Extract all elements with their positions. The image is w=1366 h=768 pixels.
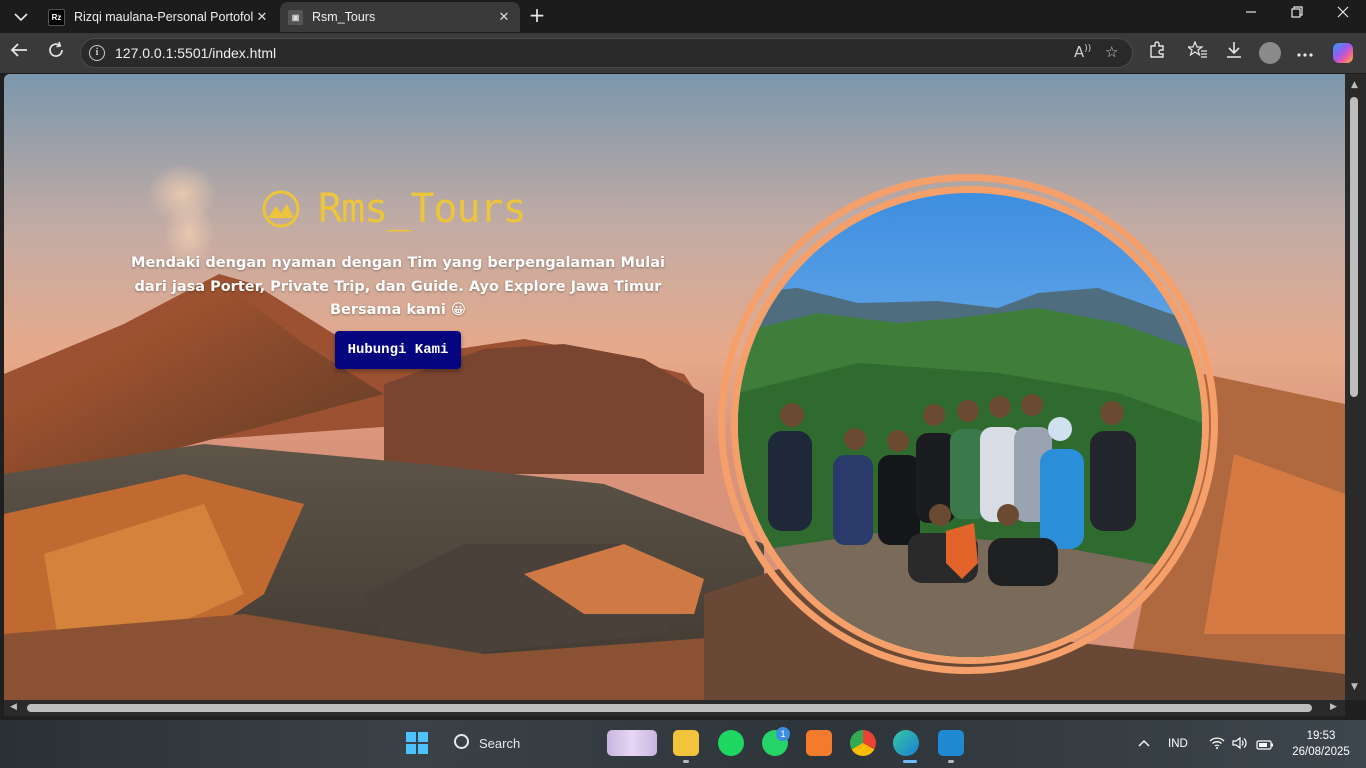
clock-time: 19:53 [1306, 730, 1336, 742]
chrome-icon[interactable] [850, 730, 876, 756]
windows-start-icon[interactable] [404, 730, 430, 756]
back-arrow-icon[interactable] [6, 41, 32, 65]
hero-tagline: Mendaki dengan nyaman dengan Tim yang be… [131, 255, 665, 318]
tab-actions-chevron-icon[interactable] [8, 6, 34, 28]
windows-taskbar: Search 1 IND 19:53 26/08/2025 [0, 720, 1366, 768]
refresh-icon[interactable] [43, 41, 69, 65]
scroll-right-arrow-icon[interactable]: ▶ [1330, 702, 1337, 712]
widgets-icon[interactable] [607, 730, 657, 756]
minimize-window-icon[interactable] [1228, 6, 1274, 28]
favorite-star-icon[interactable]: ☆ [1105, 43, 1118, 61]
tab-rsm-tours[interactable]: ▣ Rsm_Tours ✕ [280, 2, 520, 32]
vertical-scroll-thumb[interactable] [1350, 97, 1358, 397]
battery-icon[interactable] [1256, 737, 1274, 755]
scroll-down-arrow-icon[interactable]: ▼ [1351, 682, 1358, 692]
address-bar[interactable]: i 127.0.0.1:5501/index.html A)) ☆ [80, 38, 1133, 68]
taskbar-search[interactable]: Search [446, 730, 596, 758]
clock-date: 26/08/2025 [1292, 746, 1350, 758]
vscode-icon[interactable] [938, 730, 964, 756]
tab-strip: Rz Rizqi maulana-Personal Portofolio ✕ ▣… [0, 0, 1366, 33]
vertical-scrollbar[interactable]: ▲ ▼ [1345, 74, 1366, 700]
input-language[interactable]: IND [1168, 738, 1188, 750]
running-indicator [683, 760, 689, 763]
mountain-logo-icon [262, 190, 300, 228]
brand-logo: Rms_Tours [262, 186, 527, 232]
wifi-icon[interactable] [1209, 736, 1225, 754]
close-tab-icon[interactable]: ✕ [496, 9, 512, 25]
new-tab-button[interactable]: + [526, 5, 548, 27]
extensions-puzzle-icon[interactable] [1144, 41, 1170, 65]
brand-name: Rms_Tours [318, 186, 527, 232]
restore-window-icon[interactable] [1274, 6, 1320, 28]
active-indicator [903, 760, 917, 763]
show-hidden-icons-chevron-icon[interactable] [1138, 736, 1150, 750]
read-aloud-icon[interactable]: A)) [1074, 43, 1091, 61]
edge-icon[interactable] [893, 730, 919, 756]
contact-us-button[interactable]: Hubungi Kami [335, 331, 461, 369]
tab-title: Rsm_Tours [312, 10, 376, 24]
close-window-icon[interactable] [1320, 6, 1366, 28]
spotify-icon[interactable] [718, 730, 744, 756]
running-indicator [948, 760, 954, 763]
page-viewport: Rms_Tours Mendaki dengan nyaman dengan T… [4, 74, 1345, 700]
site-info-icon[interactable]: i [89, 45, 105, 61]
volume-icon[interactable] [1232, 736, 1248, 754]
xampp-icon[interactable] [806, 730, 832, 756]
tab-portfolio[interactable]: Rz Rizqi maulana-Personal Portofolio ✕ [40, 2, 278, 32]
url-text[interactable]: 127.0.0.1:5501/index.html [115, 45, 276, 61]
portfolio-favicon-icon: Rz [48, 8, 65, 26]
favorites-list-icon[interactable] [1185, 40, 1211, 65]
search-icon [454, 734, 469, 749]
settings-more-icon[interactable] [1292, 41, 1318, 65]
profile-avatar[interactable] [1259, 42, 1281, 64]
whatsapp-notification-badge: 1 [776, 727, 790, 741]
file-explorer-icon[interactable] [673, 730, 699, 756]
browser-toolbar: i 127.0.0.1:5501/index.html A)) ☆ [0, 33, 1366, 73]
horizontal-scroll-thumb[interactable] [27, 704, 1312, 712]
search-label: Search [479, 736, 521, 751]
image-favicon-icon: ▣ [288, 9, 303, 25]
system-clock[interactable]: 19:53 26/08/2025 [1286, 728, 1356, 760]
scroll-up-arrow-icon[interactable]: ▲ [1351, 80, 1358, 90]
tab-title: Rizqi maulana-Personal Portofolio [74, 10, 254, 24]
copilot-icon[interactable] [1333, 43, 1353, 63]
horizontal-scrollbar[interactable]: ◀ ▶ [4, 700, 1345, 716]
downloads-icon[interactable] [1221, 41, 1247, 65]
close-tab-icon[interactable]: ✕ [254, 9, 270, 25]
scroll-left-arrow-icon[interactable]: ◀ [10, 702, 17, 712]
team-group-photo [738, 193, 1202, 657]
